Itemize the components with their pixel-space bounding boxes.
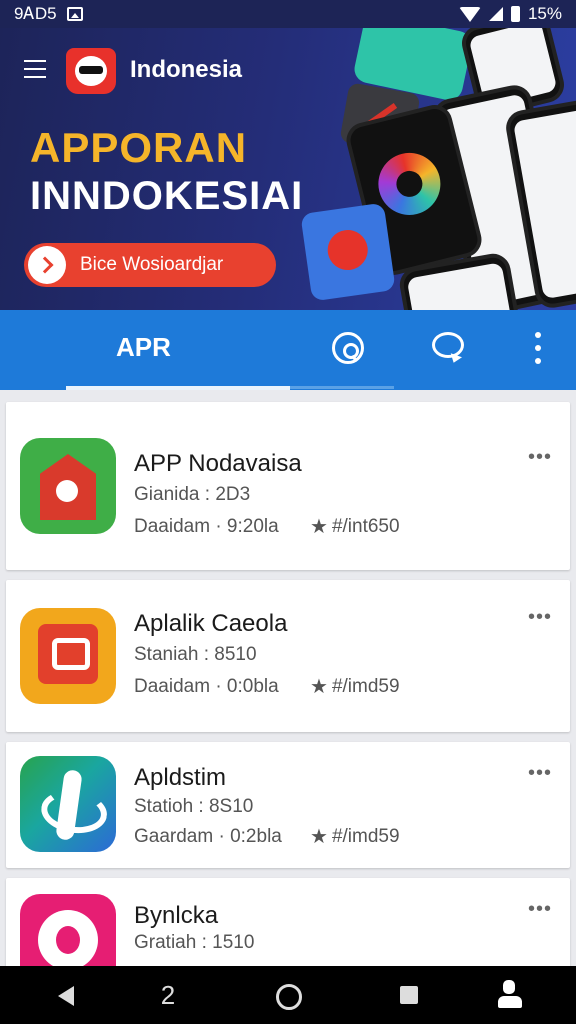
banner-cta-button[interactable]: Bice Wosioardjar: [24, 243, 276, 287]
app-rating: ★ #/int650: [310, 514, 400, 539]
home-icon[interactable]: [258, 966, 318, 1024]
brand-logo: [66, 48, 116, 94]
app-icon-chat-square[interactable]: [20, 608, 116, 704]
more-vert-icon[interactable]: [534, 332, 542, 364]
app-subtitle: Statioh : 8S10: [134, 796, 254, 817]
app-icon-leaf[interactable]: [20, 756, 116, 852]
tab-indicator-track: [290, 386, 394, 389]
app-subtitle: Staniah : 8510: [134, 644, 257, 665]
more-options-icon[interactable]: •••: [528, 898, 552, 921]
battery-icon: [510, 6, 520, 22]
tab-bar: APR: [0, 310, 576, 390]
banner-cta-label: Bice Wosioardjar: [80, 254, 224, 275]
star-icon: ★: [310, 676, 328, 698]
app-rating-value: #/int650: [331, 515, 400, 537]
more-options-icon[interactable]: •••: [528, 446, 552, 469]
signal-icon: [488, 7, 503, 21]
app-detail: Gaardam · 0:2bla: [134, 826, 282, 847]
status-bar: 9ᎪD5 15%: [0, 0, 576, 28]
system-nav-bar: 2: [0, 966, 576, 1024]
menu-icon[interactable]: [24, 60, 46, 78]
decorative-tile: [300, 202, 396, 302]
banner-headline-2: INNDOKESIAI: [30, 174, 304, 218]
list-item[interactable]: APP Nodavaisa Gianida : 2D3 Daaidam · 9:…: [6, 402, 570, 570]
star-icon: ★: [310, 826, 328, 848]
app-rating-value: #/imd59: [331, 825, 400, 847]
tab-apr[interactable]: APR: [116, 332, 171, 363]
status-icons: 15%: [458, 4, 562, 24]
user-icon[interactable]: [480, 966, 540, 1024]
status-time: 9ᎪD5: [14, 4, 57, 23]
app-detail: Daaidam · 0:0bla: [134, 676, 279, 697]
app-icon-red-house[interactable]: [20, 438, 116, 534]
app-rating: ★ #/imd59: [310, 824, 400, 849]
app-rating-value: #/imd59: [331, 675, 400, 697]
recents-icon[interactable]: [380, 966, 440, 1024]
image-notification-icon: [66, 7, 83, 21]
app-detail: Daaidam · 9:20la: [134, 516, 279, 537]
app-list: APP Nodavaisa Gianida : 2D3 Daaidam · 9:…: [0, 398, 576, 990]
app-rating: ★ #/imd59: [310, 674, 400, 699]
star-icon: ★: [310, 516, 328, 538]
hero-banner[interactable]: Indonesia APPORAN INNDOKESIAI Bice Wosio…: [0, 28, 576, 310]
back-icon[interactable]: [36, 966, 96, 1024]
chevron-right-icon: [28, 246, 66, 284]
list-item[interactable]: Aplalik Caeola Staniah : 8510 Daaidam · …: [6, 580, 570, 732]
more-options-icon[interactable]: •••: [528, 606, 552, 629]
search-icon[interactable]: [332, 332, 364, 364]
banner-headline-1: APPORAN: [30, 124, 248, 171]
chat-icon[interactable]: [432, 332, 464, 358]
app-subtitle: Gratiah : 1510: [134, 932, 255, 953]
wifi-icon: [458, 6, 481, 22]
list-item[interactable]: Bynlcka Gratiah : 1510 •••: [6, 878, 570, 990]
brand-name: Indonesia: [130, 56, 243, 83]
battery-percent: 15%: [527, 4, 562, 23]
active-tab-indicator: [66, 386, 290, 390]
two-icon[interactable]: 2: [138, 966, 198, 1024]
app-name: Bynlcka: [134, 902, 219, 929]
list-item[interactable]: Apldstim Statioh : 8S10 Gaardam · 0:2bla…: [6, 742, 570, 868]
more-options-icon[interactable]: •••: [528, 762, 552, 785]
app-screen: 9ᎪD5 15% Indonesia APPORAN INNDOKESIAI B…: [0, 0, 576, 1024]
app-subtitle: Gianida : 2D3: [134, 484, 251, 505]
app-name: Aplalik Caeola: [134, 610, 288, 637]
app-name: Apldstim: [134, 764, 227, 791]
app-name: APP Nodavaisa: [134, 450, 302, 477]
